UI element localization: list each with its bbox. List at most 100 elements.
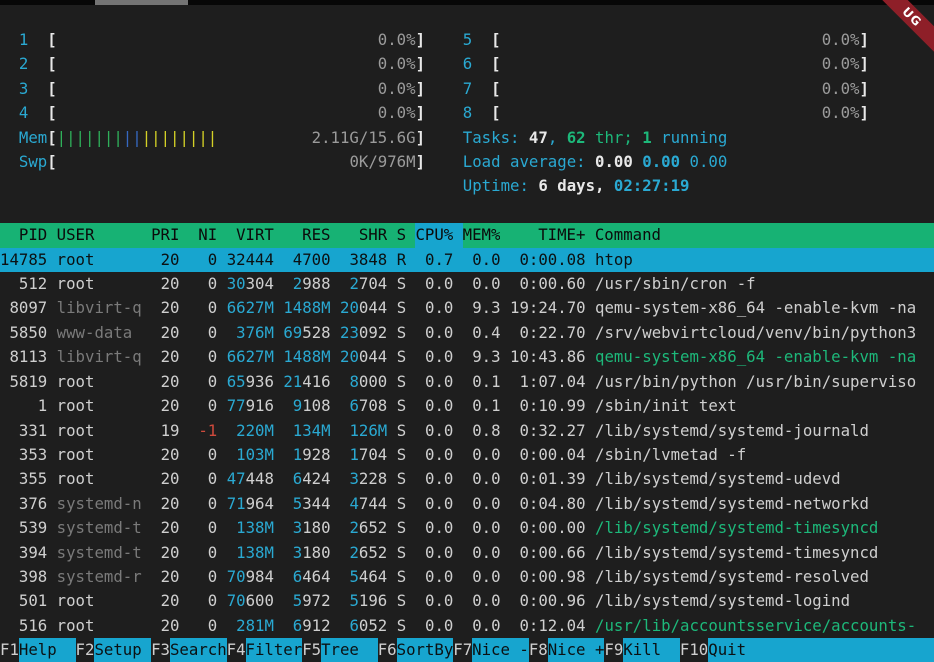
column-header-shr[interactable]: SHR (340, 223, 387, 247)
cell-user: libvirt-q (57, 296, 142, 320)
fkey-f1-help[interactable]: F1Help (0, 638, 76, 662)
process-row[interactable]: 516 root 20 0 281M 6912 6052 S 0.0 0.0 0… (0, 614, 934, 638)
cell-pid: 1 (0, 394, 47, 418)
fkey-f2-setup[interactable]: F2Setup (76, 638, 152, 662)
column-header-cmd[interactable]: Command (595, 223, 926, 247)
mem-value-m: 6627M (227, 298, 274, 317)
cell-pri: 20 (151, 321, 179, 345)
cell-mem: 0.1 (463, 370, 501, 394)
cell-spacer (47, 274, 56, 293)
mem-value-suffix: 964 (246, 494, 274, 513)
cell-spacer (179, 591, 188, 610)
cell-spacer (217, 469, 226, 488)
fkey-f7-nice[interactable]: F7Nice - (453, 638, 529, 662)
mem-value-prefix: 6 (349, 396, 358, 415)
tasks-threads: 62 (567, 128, 586, 147)
process-row[interactable]: 539 systemd-t 20 0 138M 3180 2652 S 0.0 … (0, 516, 934, 540)
process-row[interactable]: 398 systemd-r 20 0 70984 6464 5464 S 0.0… (0, 565, 934, 589)
fkey-f5-tree[interactable]: F5Tree (302, 638, 378, 662)
meter-bracket-close: ] (416, 128, 425, 147)
cell-spacer (387, 543, 396, 562)
mem-value-suffix: 972 (302, 591, 330, 610)
cell-spacer (274, 494, 283, 513)
cpu-meter-6-bar: 0.0% (501, 52, 860, 76)
cell-pid: 353 (0, 443, 47, 467)
pad (0, 128, 19, 147)
cell-spacer (501, 372, 510, 391)
process-row[interactable]: 5819 root 20 0 65936 21416 8000 S 0.0 0.… (0, 370, 934, 394)
cell-spacer (142, 469, 151, 488)
fkey-key: F1 (0, 638, 19, 662)
cell-cpu: 0.0 (416, 394, 454, 418)
cell-cmd: /sbin/lvmetad -f (595, 443, 926, 467)
process-row[interactable]: 394 systemd-t 20 0 138M 3180 2652 S 0.0 … (0, 541, 934, 565)
column-header-pid[interactable]: PID (0, 223, 47, 247)
cell-spacer (179, 469, 188, 488)
cell-pid: 355 (0, 467, 47, 491)
cell-spacer (331, 591, 340, 610)
column-header-mem[interactable]: MEM% (463, 223, 501, 247)
process-row[interactable]: 14785 root 20 0 32444 4700 3848 R 0.7 0.… (0, 248, 934, 272)
tasks-label: Tasks: (463, 128, 529, 147)
cell-spacer (453, 250, 462, 269)
process-row[interactable]: 512 root 20 0 30304 2988 2704 S 0.0 0.0 … (0, 272, 934, 296)
cell-s: R (397, 248, 406, 272)
mem-value-suffix: 196 (359, 591, 387, 610)
mem-value-suffix: 052 (359, 616, 387, 635)
cell-cpu: 0.0 (416, 541, 454, 565)
cell-cpu: 0.0 (416, 419, 454, 443)
process-row[interactable]: 376 systemd-n 20 0 71964 5344 4744 S 0.0… (0, 492, 934, 516)
cell-ni: 0 (189, 565, 217, 589)
mem-value-prefix: 23 (340, 323, 359, 342)
cell-spacer (274, 518, 283, 537)
fkey-f4-filter[interactable]: F4Filter (227, 638, 303, 662)
column-header-ni[interactable]: NI (189, 223, 217, 247)
column-header-user[interactable]: USER (57, 223, 142, 247)
cell-ni: 0 (189, 516, 217, 540)
cell-spacer (179, 250, 188, 269)
fkey-key: F10 (680, 638, 708, 662)
fkey-label: Tree (321, 638, 378, 662)
column-header-time[interactable]: TIME+ (510, 223, 586, 247)
cell-res: 6464 (283, 565, 330, 589)
cell-time: 1:07.04 (510, 370, 586, 394)
cell-spacer (586, 396, 595, 415)
column-header-res[interactable]: RES (283, 223, 330, 247)
cpu-meter-7-bar: 0.0% (501, 77, 860, 101)
meter-bracket-close: ] (859, 103, 868, 122)
fkey-f3-search[interactable]: F3Search (151, 638, 227, 662)
process-row[interactable]: 355 root 20 0 47448 6424 3228 S 0.0 0.0 … (0, 467, 934, 491)
fkey-f10-quit[interactable]: F10Quit (680, 638, 934, 662)
mem-value-prefix: 77 (227, 396, 246, 415)
column-header-s[interactable]: S (397, 223, 406, 247)
cell-spacer (406, 347, 415, 366)
mem-value-suffix: 344 (302, 494, 330, 513)
column-header-cpu[interactable]: CPU% (415, 223, 453, 247)
mem-value-prefix: 3 (293, 518, 302, 537)
process-row[interactable]: 353 root 20 0 103M 1928 1704 S 0.0 0.0 0… (0, 443, 934, 467)
cell-virt: 138M (227, 516, 274, 540)
mem-value-m: 220M (236, 421, 274, 440)
cpu-meter-7-label: 7 (463, 77, 491, 101)
cell-spacer (274, 396, 283, 415)
mem-value-prefix: 30 (227, 274, 246, 293)
cpu-meter-7-value: 0.0% (822, 77, 860, 101)
cell-ni: 0 (189, 541, 217, 565)
process-row[interactable]: 501 root 20 0 70600 5972 5196 S 0.0 0.0 … (0, 589, 934, 613)
cell-shr: 6708 (340, 394, 387, 418)
pad (425, 79, 463, 98)
cell-res: 69528 (283, 321, 330, 345)
process-row[interactable]: 8097 libvirt-q 20 0 6627M 1488M 20044 S … (0, 296, 934, 320)
fkey-f9-kill[interactable]: F9Kill (604, 638, 680, 662)
header-spacer (585, 223, 594, 247)
column-header-virt[interactable]: VIRT (227, 223, 274, 247)
process-row[interactable]: 1 root 20 0 77916 9108 6708 S 0.0 0.1 0:… (0, 394, 934, 418)
fkey-f8-nice[interactable]: F8Nice + (529, 638, 605, 662)
mem-pipe-group-blue: || (123, 128, 142, 147)
fkey-f6-sortby[interactable]: F6SortBy (378, 638, 454, 662)
cell-spacer (501, 274, 510, 293)
process-row[interactable]: 5850 www-data 20 0 376M 69528 23092 S 0.… (0, 321, 934, 345)
column-header-pri[interactable]: PRI (151, 223, 179, 247)
process-row[interactable]: 331 root 19 -1 220M 134M 126M S 0.0 0.8 … (0, 419, 934, 443)
process-row[interactable]: 8113 libvirt-q 20 0 6627M 1488M 20044 S … (0, 345, 934, 369)
